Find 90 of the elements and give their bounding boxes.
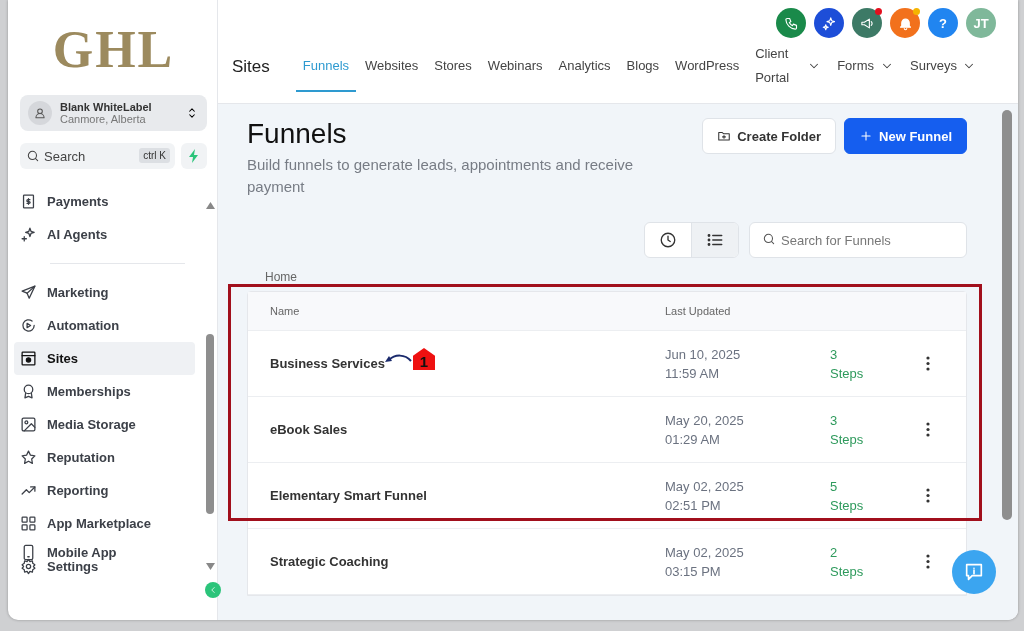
logo: GHL: [51, 20, 176, 79]
sparkle-icon: [20, 226, 37, 243]
nav-item[interactable]: Sites: [14, 342, 195, 375]
nav-item[interactable]: Reporting: [14, 474, 195, 507]
curved-arrow: [383, 353, 413, 365]
sparkle-button[interactable]: [814, 8, 844, 38]
clock-icon: [659, 231, 677, 249]
updated-time: 02:51 PM: [665, 496, 722, 515]
updated-date: May 02, 2025: [665, 543, 745, 562]
nav-item[interactable]: Automation: [14, 309, 195, 342]
notification-dot: [875, 8, 882, 15]
steps-count: 3 Steps: [830, 345, 865, 383]
sparkle-icon: [821, 15, 837, 31]
nav-item[interactable]: Payments: [14, 185, 195, 218]
new-funnel-button[interactable]: New Funnel: [844, 118, 967, 154]
notification-dot: [913, 8, 920, 15]
breadcrumb[interactable]: Home: [265, 270, 297, 284]
bell-icon: [897, 15, 913, 31]
browser-icon: [20, 350, 37, 367]
nav-item[interactable]: AI Agents: [14, 218, 195, 251]
funnel-name[interactable]: Strategic Coaching: [270, 554, 389, 569]
more-menu-button[interactable]: [926, 554, 930, 569]
list-icon: [706, 231, 724, 249]
bell-button[interactable]: [890, 8, 920, 38]
send-icon: [20, 284, 37, 301]
updated-date: Jun 10, 2025: [665, 345, 742, 364]
phone-icon: [783, 15, 799, 31]
list-view-toggle[interactable]: [691, 223, 738, 257]
folder-plus-icon: [717, 129, 732, 143]
search-icon: [762, 232, 776, 246]
account-name: Blank WhiteLabel: [60, 101, 153, 113]
scroll-down-arrow-icon[interactable]: [205, 563, 215, 570]
phone-button[interactable]: [776, 8, 806, 38]
updated-time: 11:59 AM: [665, 364, 720, 383]
nav-tab[interactable]: Forms: [830, 42, 901, 92]
column-header: Last Updated: [665, 305, 732, 317]
chat-info-icon: [963, 561, 985, 583]
person-icon: [33, 106, 47, 120]
nav-item[interactable]: Marketing: [14, 276, 195, 309]
nav-item[interactable]: Media Storage: [14, 408, 195, 441]
funnel-name[interactable]: Elementary Smart Funnel: [270, 488, 427, 503]
more-menu-button[interactable]: [926, 488, 930, 503]
more-menu-button[interactable]: [926, 356, 930, 371]
steps-count: 2 Steps: [830, 543, 865, 581]
gear-icon: [20, 558, 37, 575]
account-location: Canmore, Alberta: [60, 113, 147, 125]
steps-count: 3 Steps: [830, 411, 865, 449]
help-button[interactable]: ?: [928, 8, 958, 38]
more-menu-button[interactable]: [926, 422, 930, 437]
plus-icon: [859, 129, 874, 143]
lightning-icon: [188, 149, 200, 163]
nav-tab[interactable]: Webinars: [480, 42, 550, 92]
nav-tab[interactable]: Analytics: [551, 42, 618, 92]
star-icon: [20, 449, 37, 466]
section-title: Sites: [232, 57, 270, 77]
create-folder-button[interactable]: Create Folder: [702, 118, 837, 154]
nav-tab[interactable]: Websites: [358, 42, 426, 92]
collapse-button[interactable]: [205, 582, 221, 598]
scrollbar[interactable]: [205, 202, 215, 570]
nav-tab[interactable]: Blogs: [619, 42, 667, 92]
feedback-button[interactable]: [952, 550, 996, 594]
nav-item[interactable]: Reputation: [14, 441, 195, 474]
updated-time: 03:15 PM: [665, 562, 722, 581]
shortcut-hint: ctrl K: [139, 148, 170, 163]
account-switcher[interactable]: Blank WhiteLabel Canmore, Alberta: [20, 95, 207, 131]
scroll-up-arrow-icon[interactable]: [205, 202, 215, 209]
search-field[interactable]: Search for Funnels: [749, 222, 967, 258]
receipt-icon: [20, 193, 37, 210]
nav-item[interactable]: Memberships: [14, 375, 195, 408]
steps-count: 5 Steps: [830, 477, 865, 515]
megaphone-button[interactable]: [852, 8, 882, 38]
search-icon: [26, 149, 40, 163]
nav-item[interactable]: App Marketplace: [14, 507, 195, 540]
updated-time: 01:29 AM: [665, 430, 721, 449]
funnel-name[interactable]: eBook Sales: [270, 422, 348, 437]
nav-tab[interactable]: Client Portal: [748, 42, 829, 92]
chevron-left-icon: [208, 585, 218, 595]
nav-tab[interactable]: Surveys: [903, 42, 983, 92]
nav-tab[interactable]: WordPress: [668, 42, 747, 92]
nav-tab[interactable]: Stores: [427, 42, 479, 92]
image-icon: [20, 416, 37, 433]
updated-date: May 02, 2025: [665, 477, 745, 496]
funnel-name[interactable]: Business Services: [270, 356, 385, 371]
page-subtitle: Build funnels to generate leads, appointments and receive payment: [247, 155, 635, 197]
page-title: Funnels: [247, 118, 348, 150]
grid-icon: [20, 515, 37, 532]
play-icon: [20, 317, 37, 334]
quick-action-button[interactable]: [181, 143, 207, 169]
column-header: Name: [270, 305, 301, 317]
updated-date: May 20, 2025: [665, 411, 745, 430]
